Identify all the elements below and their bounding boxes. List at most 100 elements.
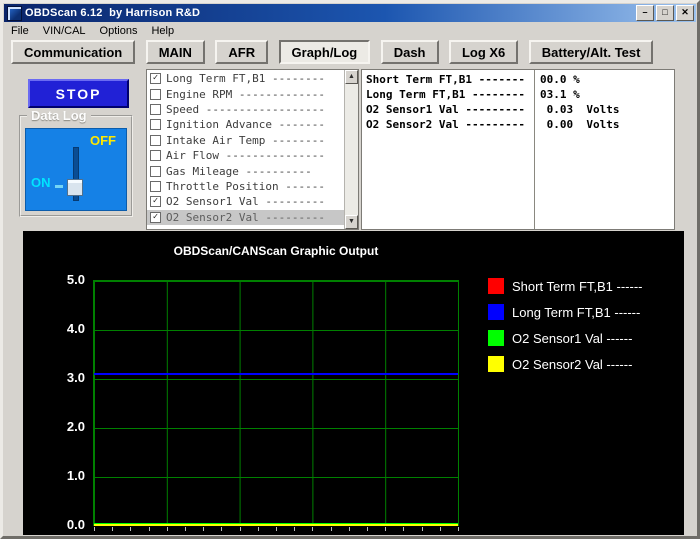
reading-label: Long Term FT,B1 --------: [366, 88, 525, 103]
pid-label: Engine RPM -------------: [166, 88, 325, 101]
legend-item: Short Term FT,B1 ------: [488, 278, 643, 294]
x-axis-tick: [258, 527, 259, 531]
tab-communication[interactable]: Communication: [11, 40, 135, 64]
title-bar: OBDScan 6.12 by Harrison R&D – □ ✕: [4, 4, 696, 22]
pid-row-ignition-advance[interactable]: Ignition Advance -------: [147, 117, 344, 132]
pid-label: Throttle Position ------: [166, 180, 325, 193]
x-axis-tick: [349, 527, 350, 531]
tab-main[interactable]: MAIN: [146, 40, 205, 64]
checkbox-icon[interactable]: ✓: [150, 73, 161, 84]
data-log-off-label: OFF: [90, 133, 116, 148]
y-axis-label: 3.0: [49, 370, 85, 385]
chart-legend: Short Term FT,B1 ------ Long Term FT,B1 …: [488, 278, 643, 382]
legend-swatch-blue: [488, 304, 504, 320]
series-line: [94, 524, 458, 526]
tab-bar: Communication MAIN AFR Graph/Log Dash Lo…: [4, 40, 696, 67]
tab-dash[interactable]: Dash: [381, 40, 439, 64]
legend-swatch-red: [488, 278, 504, 294]
y-axis-label: 1.0: [49, 468, 85, 483]
pid-label: O2 Sensor1 Val ---------: [166, 195, 325, 208]
pid-row-intake-air-temp[interactable]: Intake Air Temp --------: [147, 133, 344, 148]
checkbox-icon[interactable]: [150, 181, 161, 192]
readings-values: 00.0 % 03.1 % 0.03 Volts 0.00 Volts: [540, 73, 619, 133]
menu-help[interactable]: Help: [144, 24, 181, 38]
pid-row-o2-sensor1-val[interactable]: ✓ O2 Sensor1 Val ---------: [147, 194, 344, 209]
pid-label: Air Flow ---------------: [166, 149, 325, 162]
scroll-up-icon[interactable]: ▲: [345, 70, 358, 84]
menu-vin-cal[interactable]: VIN/CAL: [36, 24, 93, 38]
checkbox-icon[interactable]: [150, 135, 161, 146]
y-axis-label: 2.0: [49, 419, 85, 434]
x-axis-tick: [276, 527, 277, 531]
checkbox-icon[interactable]: [150, 89, 161, 100]
checkbox-icon[interactable]: ✓: [150, 212, 161, 223]
data-log-panel: OFF ON: [25, 128, 127, 211]
x-axis-tick: [240, 527, 241, 531]
tab-graph-log[interactable]: Graph/Log: [279, 40, 371, 64]
legend-swatch-yellow: [488, 356, 504, 372]
data-log-group: Data Log OFF ON: [19, 115, 133, 217]
series-line: [94, 373, 458, 375]
data-log-title: Data Log: [27, 108, 91, 123]
pid-label: Gas Mileage ----------: [166, 165, 312, 178]
pid-label: Intake Air Temp --------: [166, 134, 325, 147]
tab-log-x6[interactable]: Log X6: [449, 40, 518, 64]
pid-row-o2-sensor2-val[interactable]: ✓ O2 Sensor2 Val ---------: [147, 210, 344, 225]
checkbox-icon[interactable]: [150, 166, 161, 177]
maximize-button[interactable]: □: [656, 5, 674, 21]
readings-divider: [534, 70, 535, 229]
data-log-slider-handle[interactable]: [67, 179, 83, 196]
menu-bar: File VIN/CAL Options Help: [4, 23, 696, 39]
stop-button[interactable]: STOP: [28, 79, 129, 108]
pid-row-engine-rpm[interactable]: Engine RPM -------------: [147, 86, 344, 101]
x-axis-tick: [94, 527, 95, 531]
legend-label: O2 Sensor2 Val ------: [512, 357, 632, 372]
x-axis-tick: [440, 527, 441, 531]
scroll-down-icon[interactable]: ▼: [345, 215, 358, 229]
x-axis-tick: [203, 527, 204, 531]
legend-item: O2 Sensor2 Val ------: [488, 356, 643, 372]
legend-label: O2 Sensor1 Val ------: [512, 331, 632, 346]
y-axis-label: 4.0: [49, 321, 85, 336]
x-axis-tick: [112, 527, 113, 531]
checkbox-icon[interactable]: [150, 104, 161, 115]
x-axis-tick: [458, 527, 459, 531]
reading-label: Short Term FT,B1 -------: [366, 73, 525, 88]
pid-row-air-flow[interactable]: Air Flow ---------------: [147, 148, 344, 163]
tab-afr[interactable]: AFR: [215, 40, 268, 64]
y-axis-label: 0.0: [49, 517, 85, 532]
menu-options[interactable]: Options: [93, 24, 145, 38]
legend-item: O2 Sensor1 Val ------: [488, 330, 643, 346]
x-axis-tick: [312, 527, 313, 531]
checkbox-icon[interactable]: [150, 150, 161, 161]
legend-label: Short Term FT,B1 ------: [512, 279, 643, 294]
reading-label: O2 Sensor2 Val ---------: [366, 118, 525, 133]
reading-value: 0.03 Volts: [540, 103, 619, 118]
pid-list-scrollbar[interactable]: ▲ ▼: [344, 70, 358, 229]
pid-row-long-term-ft-b1[interactable]: ✓ Long Term FT,B1 --------: [147, 71, 344, 86]
app-window: OBDScan 6.12 by Harrison R&D – □ ✕ File …: [0, 0, 700, 539]
pid-list-panel: ✓ Long Term FT,B1 -------- Engine RPM --…: [146, 69, 359, 230]
minimize-button[interactable]: –: [636, 5, 654, 21]
pid-list: ✓ Long Term FT,B1 -------- Engine RPM --…: [147, 71, 344, 225]
reading-label: O2 Sensor1 Val ---------: [366, 103, 525, 118]
slider-tick-icon: [55, 185, 63, 188]
data-log-on-label: ON: [31, 175, 51, 190]
x-axis-tick: [221, 527, 222, 531]
menu-file[interactable]: File: [4, 24, 36, 38]
pid-row-throttle-position[interactable]: Throttle Position ------: [147, 179, 344, 194]
x-axis-tick: [185, 527, 186, 531]
tab-battery-alt-test[interactable]: Battery/Alt. Test: [529, 40, 654, 64]
x-axis-tick: [167, 527, 168, 531]
readings-panel: Short Term FT,B1 ------- Long Term FT,B1…: [361, 69, 675, 230]
pid-row-gas-mileage[interactable]: Gas Mileage ----------: [147, 163, 344, 178]
window-title: OBDScan 6.12 by Harrison R&D: [25, 7, 634, 19]
plot-area: [93, 280, 459, 526]
pid-label: Speed ------------------: [166, 103, 325, 116]
pid-row-speed[interactable]: Speed ------------------: [147, 102, 344, 117]
checkbox-icon[interactable]: ✓: [150, 196, 161, 207]
x-axis-tick: [403, 527, 404, 531]
close-button[interactable]: ✕: [676, 5, 694, 21]
graph-panel: OBDScan/CANScan Graphic Output Short Ter…: [23, 231, 684, 535]
checkbox-icon[interactable]: [150, 119, 161, 130]
